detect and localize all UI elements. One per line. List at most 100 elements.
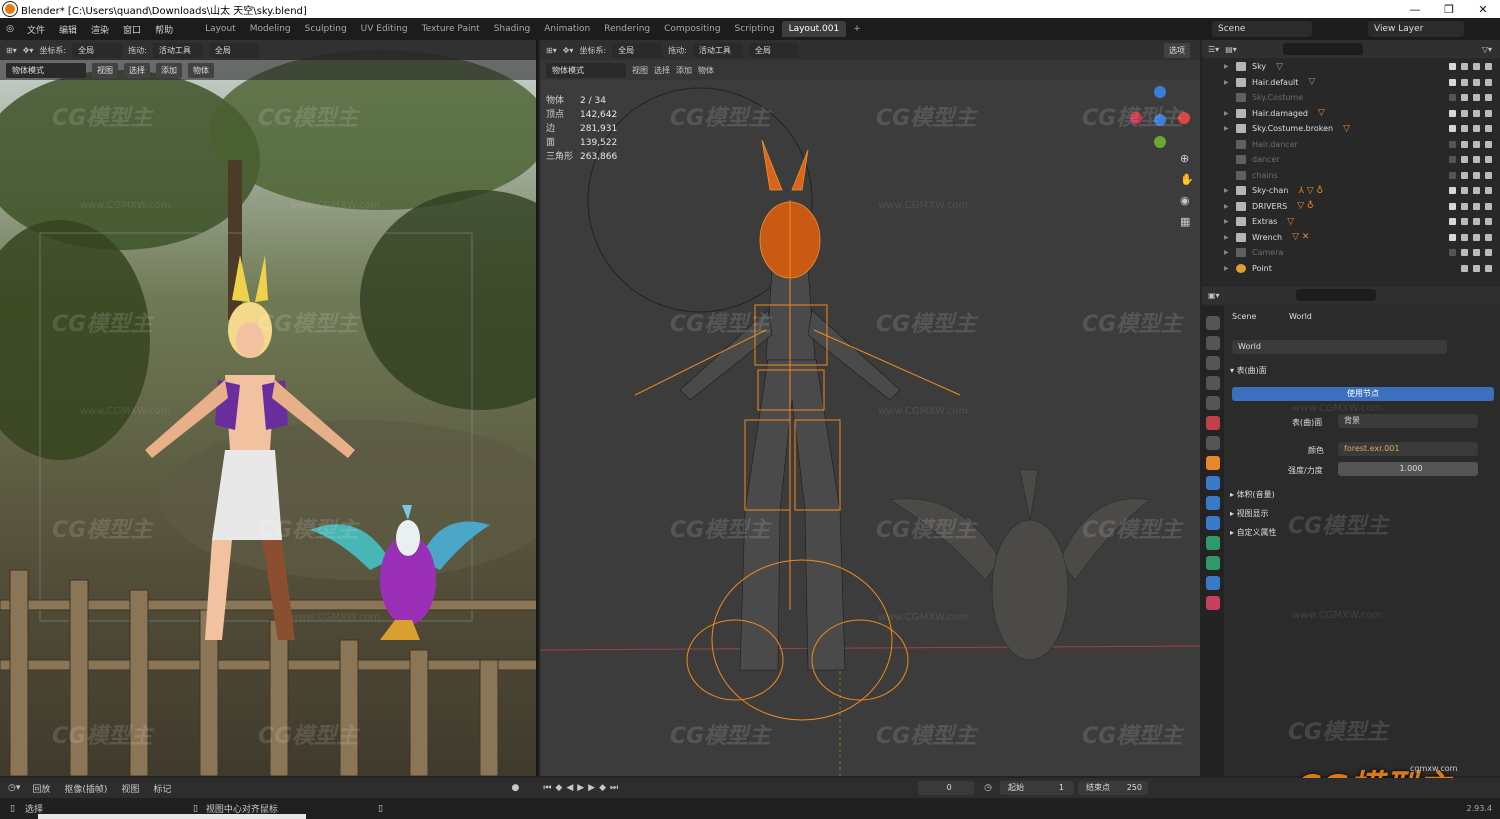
outliner-item[interactable]: Sky.Costume [1202,90,1500,106]
tool-tab-icon[interactable] [1206,316,1220,330]
view-layer-selector[interactable]: View Layer [1368,21,1464,37]
outliner-item[interactable]: ▶ Wrench ▽ ✕ [1202,230,1500,246]
drag-dropdown[interactable]: 活动工具 [152,42,203,58]
zoom-icon[interactable]: ⊕ [1180,152,1194,165]
viewport-display-section-header[interactable]: ▸ 视图显示 [1230,508,1269,519]
outliner-item[interactable]: ▶ Camera [1202,245,1500,261]
transform-gizmo-icon[interactable]: ✥▾ [563,46,574,55]
coord-system-dropdown[interactable]: 全局 [72,42,123,58]
surface-section-header[interactable]: ▾ 表(曲)面 [1230,365,1267,376]
custom-properties-section-header[interactable]: ▸ 自定义属性 [1230,527,1277,538]
add-workspace-button[interactable]: + [846,21,868,37]
close-button[interactable]: ✕ [1466,0,1500,18]
outliner-search-input[interactable] [1282,43,1363,55]
grid-icon[interactable]: ▦ [1180,215,1194,228]
modifier-tab-icon[interactable] [1206,476,1220,490]
editor-type-icon[interactable]: ⊞▾ [6,46,17,55]
tab-sculpting[interactable]: Sculpting [298,21,354,37]
use-nodes-button[interactable]: 使用节点 [1232,387,1494,401]
start-frame-field[interactable]: 起始 1 [999,781,1074,795]
editor-type-icon[interactable]: ◷▾ [8,783,20,793]
options-menu[interactable]: 选项 [1164,42,1190,58]
editor-type-icon[interactable]: ☰▾ [1208,45,1219,54]
tab-rendering[interactable]: Rendering [597,21,657,37]
menu-view[interactable]: 视图 [92,62,118,78]
tab-layout-001[interactable]: Layout.001 [781,21,847,37]
outliner-item[interactable]: ▶ Sky ▽ [1202,59,1500,75]
pan-hand-icon[interactable]: ✋ [1180,173,1194,186]
mode-dropdown[interactable]: 物体模式 [546,62,626,78]
constraints-tab-icon[interactable] [1206,536,1220,550]
tab-animation[interactable]: Animation [537,21,597,37]
menu-object[interactable]: 物体 [698,65,714,76]
tab-shading[interactable]: Shading [487,21,538,37]
scene-tab-icon[interactable] [1206,396,1220,410]
view-layer-tab-icon[interactable] [1206,376,1220,390]
blender-menu-icon[interactable]: ◎ [0,24,20,34]
drag-dropdown[interactable]: 活动工具 [692,42,743,58]
texture-tab-icon[interactable] [1206,596,1220,610]
volume-section-header[interactable]: ▸ 体积(音量) [1230,489,1275,500]
clock-icon[interactable]: ◷ [984,783,992,793]
outliner-item[interactable]: ▶ Point [1202,261,1500,277]
editor-type-icon[interactable]: ▣▾ [1208,291,1220,300]
editor-type-icon[interactable]: ⊞▾ [546,46,557,55]
outliner-item[interactable]: ▶ Hair.default ▽ [1202,75,1500,91]
world-tab-icon[interactable] [1206,416,1220,430]
menu-select[interactable]: 选择 [124,62,150,78]
menu-select[interactable]: 选择 [654,65,670,76]
record-button[interactable]: ● [511,783,519,793]
menu-view[interactable]: 视图 [121,782,139,795]
menu-render[interactable]: 渲染 [84,23,116,36]
menu-window[interactable]: 窗口 [116,23,148,36]
current-frame-field[interactable]: 0 [918,781,975,795]
tab-uv-editing[interactable]: UV Editing [354,21,415,37]
wireframe-viewport[interactable]: ⊞▾ ✥▾ 坐标系: 全局 拖动: 活动工具 全局 选项 物体模式 视图 选择 … [540,40,1200,776]
rendered-viewport[interactable]: ⊞▾ ✥▾ 坐标系: 全局 拖动: 活动工具 全局 物体模式 视图 选择 添加 … [0,40,538,776]
render-tab-icon[interactable] [1206,336,1220,350]
properties-search-input[interactable] [1295,289,1376,301]
pivot-dropdown[interactable]: 全局 [208,42,259,58]
menu-edit[interactable]: 编辑 [52,23,84,36]
data-tab-icon[interactable] [1206,556,1220,570]
display-mode-icon[interactable]: ▤▾ [1225,45,1237,54]
tab-layout[interactable]: Layout [198,21,243,37]
outliner-item[interactable]: ▶ Sky.Costume.broken ▽ [1202,121,1500,137]
output-tab-icon[interactable] [1206,356,1220,370]
outliner-item[interactable]: dancer [1202,152,1500,168]
outliner-item[interactable]: Hair.dancer [1202,137,1500,153]
minimize-button[interactable]: — [1398,0,1432,18]
transform-gizmo-icon[interactable]: ✥▾ [23,46,34,55]
tab-texture-paint[interactable]: Texture Paint [415,21,487,37]
scene-selector[interactable]: Scene [1212,21,1312,37]
menu-object[interactable]: 物体 [188,62,214,78]
maximize-button[interactable]: ❐ [1432,0,1466,18]
menu-playback[interactable]: 回放 [32,782,50,795]
camera-icon[interactable]: ◉ [1180,194,1194,207]
physics-tab-icon[interactable] [1206,516,1220,530]
material-tab-icon[interactable] [1206,576,1220,590]
surface-shader-field[interactable]: 背景 [1338,414,1478,428]
menu-marker[interactable]: 标记 [153,782,171,795]
scene-breadcrumb[interactable]: Scene [1232,312,1256,321]
tab-compositing[interactable]: Compositing [657,21,727,37]
world-breadcrumb[interactable]: World [1289,312,1312,321]
menu-keying[interactable]: 抠像(插帧) [64,782,107,795]
menu-view[interactable]: 视图 [632,65,648,76]
strength-slider[interactable]: 1.000 [1338,462,1478,476]
menu-file[interactable]: 文件 [20,23,52,36]
mode-dropdown[interactable]: 物体模式 [6,62,86,78]
object-tab-icon[interactable] [1206,456,1220,470]
tab-modeling[interactable]: Modeling [243,21,298,37]
menu-add[interactable]: 添加 [156,62,182,78]
outliner-item[interactable]: ▶ Extras ▽ [1202,214,1500,230]
outliner-item[interactable]: ▶ Hair.damaged ▽ [1202,106,1500,122]
outliner-item[interactable]: ▶ DRIVERS ▽ ♁ [1202,199,1500,215]
pivot-dropdown[interactable]: 全局 [748,42,799,58]
menu-help[interactable]: 帮助 [148,23,180,36]
world-selector[interactable]: World [1232,340,1447,354]
collection-tab-icon[interactable] [1206,436,1220,450]
filter-icon[interactable]: ▽▾ [1482,45,1492,54]
outliner-item[interactable]: chains [1202,168,1500,184]
tab-scripting[interactable]: Scripting [728,21,782,37]
